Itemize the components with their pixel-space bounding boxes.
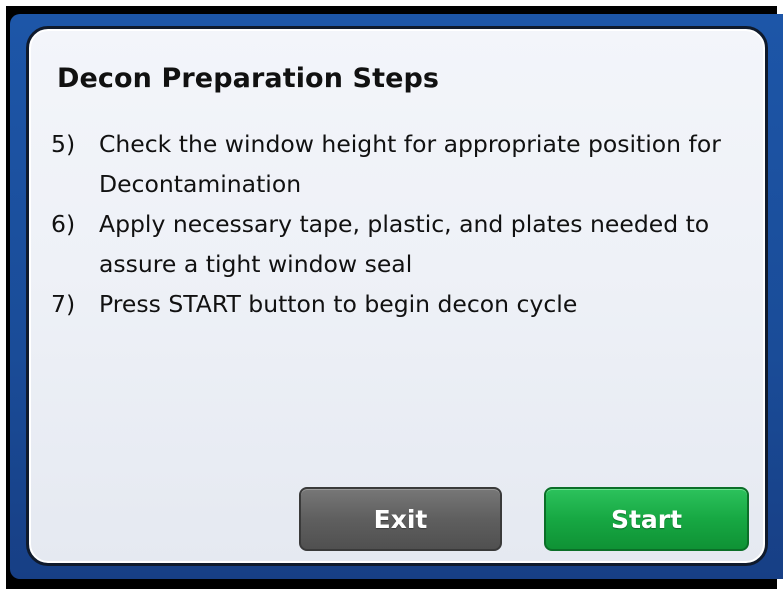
step-number: 5) (51, 130, 76, 158)
step-text: Check the window height for appropriate … (99, 130, 721, 198)
step-number: 7) (51, 290, 76, 318)
step-text: Press START button to begin decon cycle (99, 290, 578, 318)
step-number: 6) (51, 210, 76, 238)
steps-list: 5) Check the window height for appropria… (51, 124, 751, 324)
dialog-title: Decon Preparation Steps (57, 63, 440, 94)
decon-preparation-dialog: Decon Preparation Steps 5) Check the win… (26, 26, 768, 566)
step-text: Apply necessary tape, plastic, and plate… (99, 210, 710, 278)
step-item: 7) Press START button to begin decon cyc… (51, 284, 751, 324)
exit-button[interactable]: Exit (299, 487, 502, 551)
step-item: 6) Apply necessary tape, plastic, and pl… (51, 204, 751, 284)
step-item: 5) Check the window height for appropria… (51, 124, 751, 204)
start-button-label: Start (610, 504, 683, 534)
exit-button-label: Exit (373, 504, 428, 534)
start-button[interactable]: Start (544, 487, 749, 551)
